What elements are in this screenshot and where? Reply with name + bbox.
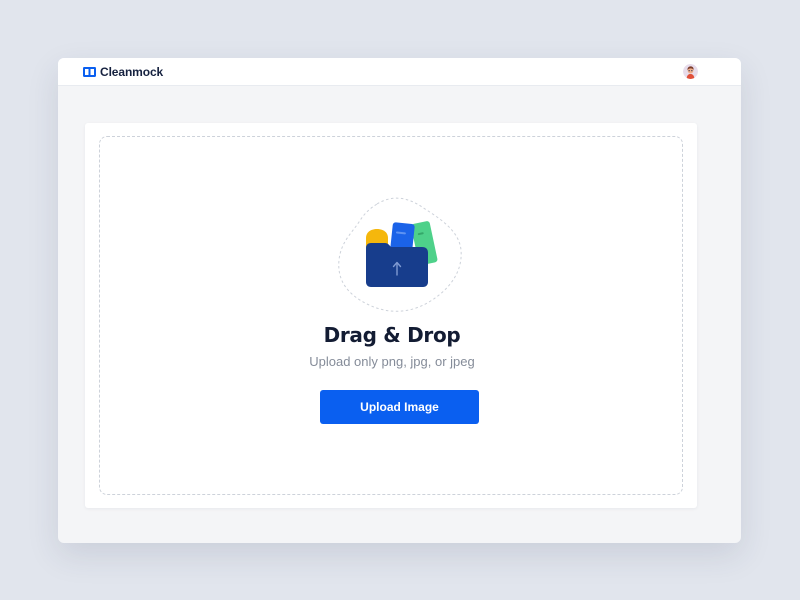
upload-card: Drag & Drop Upload only png, jpg, or jpe… [85,123,697,508]
drop-zone-title: Drag & Drop [323,323,461,347]
brand-logo[interactable]: Cleanmock [83,65,163,79]
avatar-icon [683,64,698,79]
upload-image-button[interactable]: Upload Image [320,390,479,424]
drop-zone-subtitle: Upload only png, jpg, or jpeg [309,354,475,369]
drop-zone[interactable]: Drag & Drop Upload only png, jpg, or jpe… [99,136,683,495]
top-bar: Cleanmock [58,58,741,86]
user-avatar[interactable] [683,64,698,79]
book-open-icon [83,67,96,77]
app-window: Cleanmock Drag & Drop Upload only png, j… [58,58,741,543]
folder-upload-icon [338,197,462,312]
brand-name: Cleanmock [100,65,164,79]
